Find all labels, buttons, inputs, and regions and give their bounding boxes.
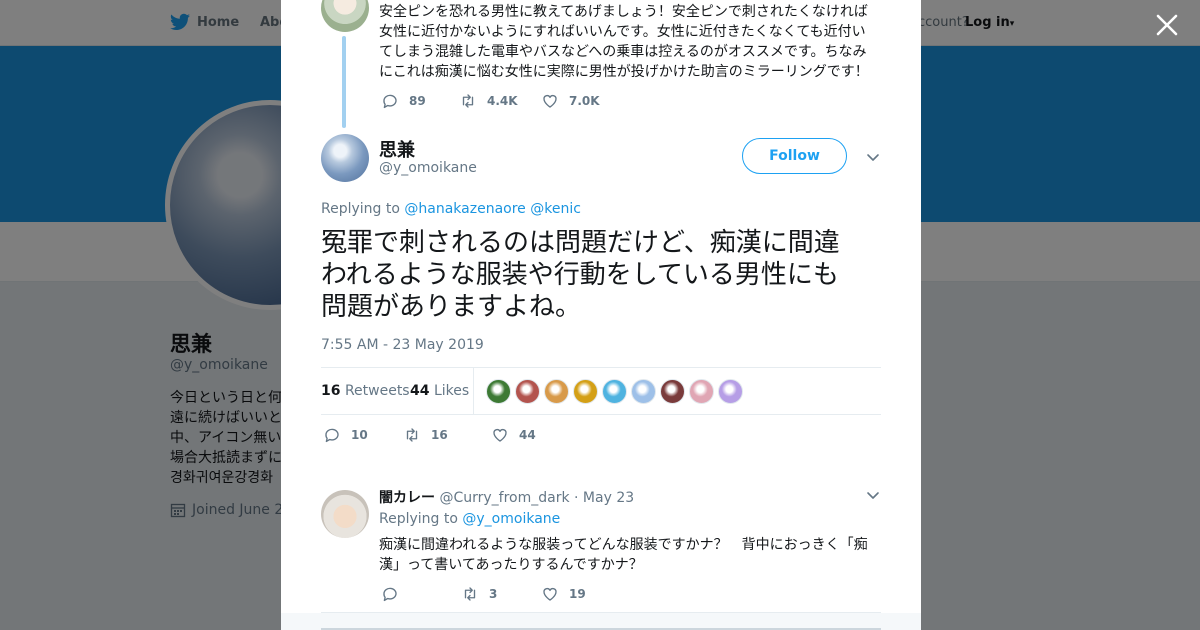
avatar[interactable] [321, 490, 369, 538]
heart-icon [493, 428, 507, 442]
tweet-text-line: われるような服装や行動をしている男性にも [321, 260, 839, 290]
thread-connector [342, 36, 346, 128]
replying-to: Replying to @y_omoikane [379, 511, 560, 527]
replying-label: Replying to [321, 201, 400, 217]
reply-tweet-text: 痴漢に間違われるような服装ってどんな服装ですかナ？ 背中におっきく「痴 漢」って… [379, 535, 879, 575]
retweet-icon [462, 94, 474, 108]
retweet-button[interactable]: 3 [461, 585, 541, 603]
heart-icon [543, 94, 557, 108]
author-handle[interactable]: @y_omoikane [379, 160, 477, 176]
tweet-stats: 16 Retweets 44 Likes [321, 367, 881, 415]
replying-label: Replying to [379, 511, 458, 527]
liker-avatar[interactable] [573, 379, 598, 404]
mention-link[interactable]: @y_omoikane [462, 511, 560, 527]
retweet-count: 16 [431, 428, 448, 442]
chevron-down-icon[interactable] [865, 149, 881, 165]
retweets-label: Retweets [344, 383, 410, 399]
liker-avatar[interactable] [689, 379, 714, 404]
like-count: 19 [569, 587, 586, 601]
stats-divider [473, 368, 474, 415]
heart-icon [543, 587, 557, 601]
replying-to: Replying to @hanakazenaore @kenic [321, 201, 581, 217]
like-total: 44 [410, 383, 430, 399]
retweet-count: 4.4K [487, 94, 518, 108]
tweet-timestamp[interactable]: 7:55 AM - 23 May 2019 [321, 337, 484, 353]
likes-label: Likes [433, 383, 470, 399]
reply-button[interactable] [381, 585, 461, 603]
liker-avatar[interactable] [544, 379, 569, 404]
likes-stat[interactable]: 44 Likes [410, 383, 469, 399]
reply-button[interactable]: 10 [323, 426, 403, 444]
author-name[interactable]: 思兼 [379, 136, 415, 162]
author-name[interactable]: 闇カレー [379, 490, 435, 506]
mention-link[interactable]: @hanakazenaore [404, 201, 525, 217]
tweet-actions: 10 16 44 [323, 426, 571, 444]
tweet-text-line: 女性に近付かないようにすればいいんです。女性に近付きたくなくても近付い [379, 24, 866, 40]
reply-tweet-actions: 3 19 [381, 585, 621, 603]
liker-avatar[interactable] [486, 379, 511, 404]
tweet-text-line: 漢」って書いてあったりするんですかナ？ [379, 557, 643, 573]
mention-link[interactable]: @kenic [530, 201, 581, 217]
liker-avatar[interactable] [718, 379, 743, 404]
like-count: 7.0K [569, 94, 600, 108]
tweet-text-line: 安全ピンを恐れる男性に教えてあげましょう！安全ピンで刺されたくなければ [379, 4, 868, 20]
tweet-text-line: てしまう混雑した電車やバスなどへの乗車は控えるのがオススメです。ちなみ [379, 44, 867, 60]
retweet-button[interactable]: 4.4K [459, 92, 541, 110]
retweet-total: 16 [321, 383, 341, 399]
reply-button[interactable]: 89 [381, 92, 459, 110]
retweets-stat[interactable]: 16 Retweets [321, 383, 410, 399]
avatar[interactable] [321, 0, 369, 32]
reply-count: 10 [351, 428, 368, 442]
tweet-date[interactable]: May 23 [583, 490, 634, 506]
avatar[interactable] [321, 134, 369, 182]
liker-avatar[interactable] [660, 379, 685, 404]
retweet-icon [406, 428, 418, 442]
chevron-down-icon[interactable] [865, 487, 881, 503]
reply-count: 89 [409, 94, 426, 108]
liker-avatar[interactable] [602, 379, 627, 404]
reply-icon [383, 587, 397, 602]
tweet-text: 冤罪で刺されるのは問題だけど、痴漢に間違 われるような服装や行動をしている男性に… [321, 227, 891, 323]
follow-button[interactable]: Follow [742, 138, 847, 174]
previous-tweet-text: 安全ピンを恐れる男性に教えてあげましょう！安全ピンで刺されたくなければ 女性に近… [379, 2, 879, 82]
tweet-text-line: 問題がありますよね。 [321, 292, 582, 322]
retweet-icon [464, 587, 476, 601]
tweet-text-line: 痴漢に間違われるような服装ってどんな服装ですかナ？ 背中におっきく「痴 [379, 537, 868, 553]
tweet-permalink-modal: 安全ピンを恐れる男性に教えてあげましょう！安全ピンで刺されたくなければ 女性に近… [281, 0, 921, 630]
author-handle[interactable]: @Curry_from_dark [439, 490, 569, 506]
tweet-text-line: 冤罪で刺されるのは問題だけど、痴漢に間違 [321, 228, 840, 258]
reply-icon [383, 94, 397, 109]
tweet-text-line: にこれは痴漢に悩む女性に実際に男性が投げかけた助言のミラーリングです！ [379, 64, 869, 80]
like-button[interactable]: 7.0K [541, 92, 621, 110]
liker-avatar[interactable] [631, 379, 656, 404]
close-icon[interactable] [1154, 12, 1180, 38]
like-count: 44 [519, 428, 536, 442]
reply-header: 闇カレー @Curry_from_dark · May 23 [379, 487, 634, 507]
like-button[interactable]: 19 [541, 585, 621, 603]
retweet-count: 3 [489, 587, 498, 601]
dot-separator: · [574, 490, 579, 506]
liker-avatar[interactable] [515, 379, 540, 404]
previous-tweet-actions: 89 4.4K 7.0K [381, 92, 621, 110]
retweet-button[interactable]: 16 [403, 426, 491, 444]
like-button[interactable]: 44 [491, 426, 571, 444]
reply-icon [325, 428, 339, 443]
